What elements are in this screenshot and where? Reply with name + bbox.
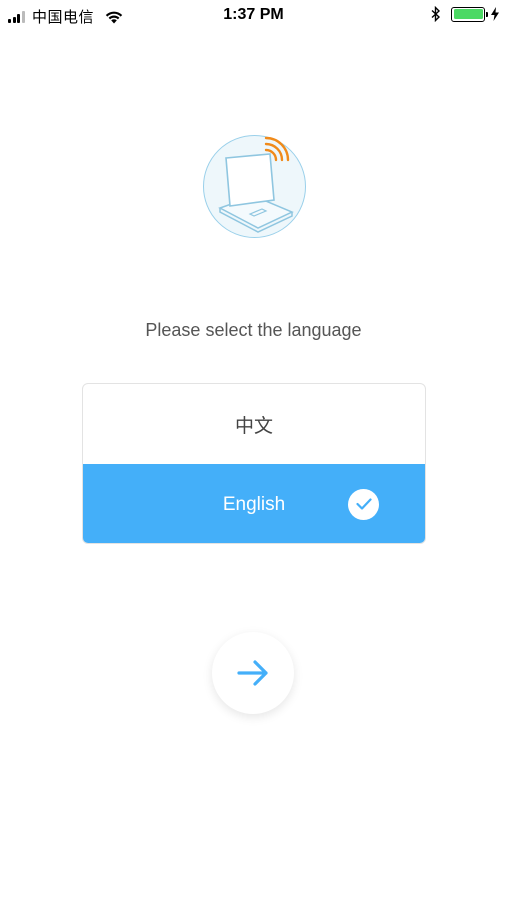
charging-icon: [491, 7, 499, 21]
language-option-label: 中文: [234, 415, 273, 437]
status-right: [431, 6, 499, 22]
check-icon: [348, 488, 379, 520]
language-option-chinese[interactable]: 中文: [83, 384, 425, 464]
language-select-screen: 中国电信 1:37 PM Please select the language …: [0, 0, 507, 900]
language-option-english[interactable]: English: [83, 464, 425, 543]
bluetooth-icon: [431, 6, 441, 22]
language-prompt: Please select the language: [145, 320, 362, 340]
arrow-right-icon: [237, 660, 268, 686]
next-button[interactable]: [212, 632, 294, 714]
router-device-icon: [203, 135, 306, 238]
language-list: 中文 English: [82, 383, 426, 544]
status-bar: 中国电信 1:37 PM: [0, 0, 507, 30]
language-option-label: English: [222, 493, 286, 515]
battery-icon: [451, 6, 488, 22]
